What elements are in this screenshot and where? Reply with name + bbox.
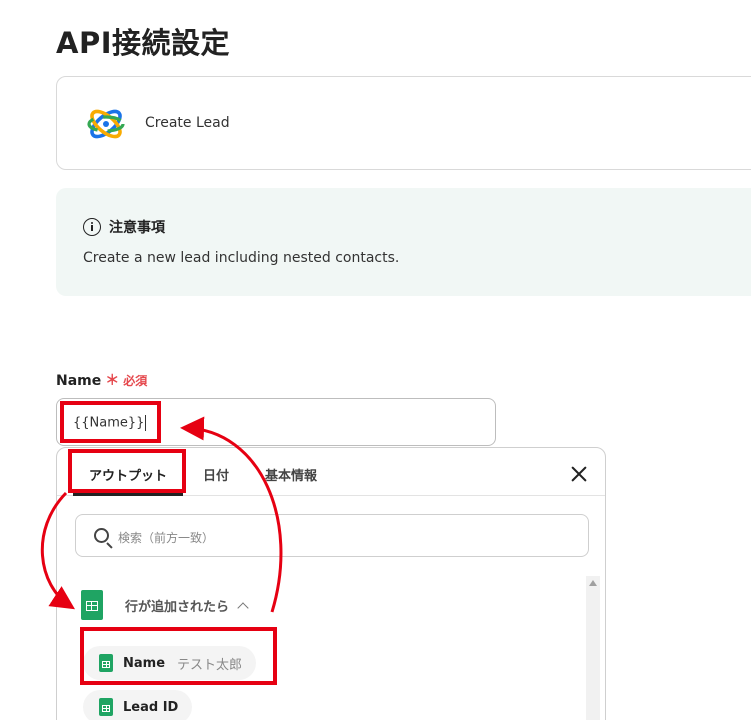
item-name: Lead ID — [123, 699, 179, 715]
active-tab-indicator — [73, 493, 183, 496]
notice-text: Create a new lead including nested conta… — [83, 250, 400, 266]
scroll-up-arrow-icon[interactable] — [589, 580, 597, 586]
group-header[interactable]: 行が追加されたら — [81, 590, 249, 620]
app-name: Create Lead — [145, 115, 230, 131]
highlight-output-tab — [68, 449, 186, 493]
search-icon — [94, 528, 109, 543]
google-sheets-icon — [99, 698, 113, 716]
highlight-name-item — [80, 627, 277, 685]
required-text: 必須 — [123, 374, 148, 388]
info-icon — [83, 218, 101, 236]
list-item[interactable]: Lead ID — [83, 690, 193, 720]
required-mark: ＊ — [105, 373, 120, 389]
close-icon[interactable] — [569, 464, 589, 484]
highlight-input-value — [60, 401, 161, 443]
atom-orbit-logo-icon — [87, 109, 125, 139]
notice-header: 注意事項 — [83, 217, 165, 237]
tab-date[interactable]: 日付 — [203, 465, 229, 484]
google-sheets-icon — [81, 590, 103, 620]
group-label: 行が追加されたら — [125, 599, 230, 615]
search-placeholder: 検索（前方一致） — [118, 531, 215, 545]
page-title: API接続設定 — [56, 26, 230, 60]
app-card[interactable]: Create Lead — [56, 76, 751, 170]
notice-title: 注意事項 — [109, 220, 165, 236]
field-label-text: Name — [56, 373, 102, 389]
notice-box: 注意事項 Create a new lead including nested … — [56, 188, 751, 296]
name-field-label: Name ＊ 必須 — [56, 370, 147, 390]
tab-basic-info[interactable]: 基本情報 — [265, 465, 317, 484]
scrollbar[interactable] — [586, 576, 600, 720]
chevron-up-icon[interactable] — [237, 601, 249, 614]
search-input[interactable]: 検索（前方一致） — [75, 514, 589, 557]
